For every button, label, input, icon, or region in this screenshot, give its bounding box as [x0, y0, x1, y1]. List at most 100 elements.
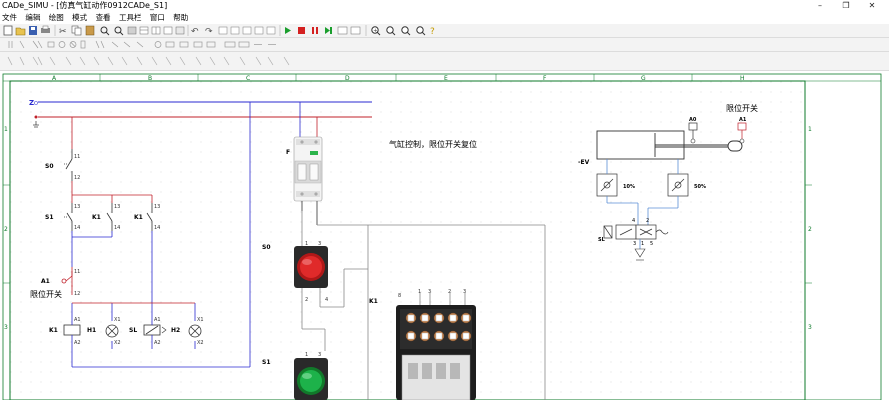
save-icon[interactable]	[29, 26, 37, 35]
menu-help[interactable]: 帮助	[171, 12, 192, 24]
palette-fuse-icon[interactable]	[80, 40, 86, 49]
symbol-p-icon[interactable]	[223, 56, 230, 66]
flow-control-valve-50[interactable]	[667, 173, 689, 197]
zoom-in-icon[interactable]: +	[371, 26, 381, 36]
zoom-out-icon[interactable]	[386, 26, 396, 36]
copy-icon[interactable]	[71, 25, 82, 36]
close-button[interactable]: ✕	[859, 0, 885, 12]
sl-solenoid-coil[interactable]	[143, 324, 161, 336]
help-icon[interactable]: ?	[430, 27, 435, 37]
s0-red-push-button[interactable]	[294, 246, 328, 288]
menu-draw[interactable]: 绘图	[47, 12, 68, 24]
table-icon[interactable]	[139, 26, 149, 35]
run-simulation-icon[interactable]	[285, 27, 291, 34]
zoom-icon[interactable]	[100, 26, 110, 36]
menu-toolbar[interactable]: 工具栏	[117, 12, 146, 24]
flow-50-label: 50%	[694, 184, 706, 190]
zoom-fit-icon[interactable]	[401, 26, 411, 36]
palette-diode-icon[interactable]	[165, 41, 175, 48]
symbol-e-icon[interactable]	[65, 56, 72, 66]
layers-icon[interactable]	[127, 26, 137, 35]
symbol-c-icon[interactable]	[32, 56, 43, 66]
symbol-i-icon[interactable]	[121, 56, 128, 66]
palette-cable-icon[interactable]	[206, 41, 216, 48]
insert-symbol-icon[interactable]	[337, 26, 348, 35]
menu-view[interactable]: 查看	[94, 12, 115, 24]
zoom-window-icon[interactable]	[416, 26, 426, 36]
palette-contact-icon[interactable]	[8, 41, 13, 48]
wire-icon[interactable]	[254, 26, 264, 35]
palette-terminal-icon[interactable]	[179, 41, 189, 48]
s1-t13: 13	[74, 204, 80, 210]
paste-icon[interactable]	[85, 25, 95, 36]
palette-sensor-icon[interactable]	[136, 41, 144, 48]
stop-simulation-icon[interactable]	[298, 27, 305, 34]
palette-nc-contact-icon[interactable]	[19, 40, 25, 49]
symbol-q-icon[interactable]	[239, 56, 246, 66]
mirror-icon[interactable]	[175, 26, 185, 35]
s1-green-push-button[interactable]	[294, 358, 328, 400]
symbol-g-icon[interactable]	[93, 56, 100, 66]
schematic-svg[interactable]: A B C D E F G H 1 2 3 1 2 3 Z O S0 11 12…	[0, 71, 889, 400]
menu-mode[interactable]: 模式	[70, 12, 91, 24]
minimize-button[interactable]: –	[807, 0, 833, 12]
palette-relay-icon[interactable]	[111, 41, 119, 48]
symbol-l-icon[interactable]	[165, 56, 172, 66]
find-icon[interactable]	[114, 26, 124, 36]
h1-lamp[interactable]	[105, 324, 119, 338]
symbol-s-icon[interactable]	[267, 56, 274, 66]
palette-cylinder-icon[interactable]	[238, 41, 250, 48]
drawing-canvas[interactable]: A B C D E F G H 1 2 3 1 2 3 Z O S0 11 12…	[0, 71, 889, 400]
symbol-k-icon[interactable]	[151, 56, 158, 66]
symbol-j-icon[interactable]	[136, 56, 143, 66]
k1-c2-t13: 13	[154, 204, 160, 210]
menu-file[interactable]: 文件	[0, 12, 21, 24]
symbol-h-icon[interactable]	[107, 56, 114, 66]
redo-icon[interactable]: ↷	[205, 27, 213, 37]
palette-connector-icon[interactable]	[193, 41, 203, 48]
palette-breaker-icon[interactable]	[95, 40, 105, 49]
cut-icon[interactable]: ✂	[59, 27, 67, 37]
pause-simulation-icon[interactable]	[312, 27, 318, 34]
palette-coil-icon[interactable]	[47, 41, 55, 48]
s0-button-t3: 3	[318, 241, 321, 247]
breaker-f[interactable]	[293, 136, 323, 202]
undo-icon[interactable]: ↶	[191, 27, 199, 37]
symbol-r-icon[interactable]	[255, 56, 262, 66]
maximize-button[interactable]: ❐	[833, 0, 859, 12]
palette-pressure-icon[interactable]	[154, 41, 162, 48]
palette-switch-icon[interactable]	[32, 40, 43, 49]
symbol-d-icon[interactable]	[49, 56, 56, 66]
symbol-a-icon[interactable]	[7, 56, 13, 66]
symbol-b-icon[interactable]	[19, 56, 25, 66]
symbol-m-icon[interactable]	[179, 56, 186, 66]
menu-bar: 文件 编辑 绘图 模式 查看 工具栏 窗口 帮助	[0, 12, 889, 24]
menu-edit[interactable]: 编辑	[23, 12, 44, 24]
palette-valve-icon[interactable]	[224, 41, 236, 48]
h2-lamp[interactable]	[188, 324, 202, 338]
symbol-n-icon[interactable]	[195, 56, 202, 66]
k1-c2-t14: 14	[154, 225, 160, 231]
open-folder-icon[interactable]	[15, 27, 26, 36]
label-icon[interactable]	[266, 26, 276, 35]
a1-t12: 12	[74, 291, 80, 297]
flip-icon[interactable]	[230, 26, 240, 35]
align-icon[interactable]	[163, 26, 173, 35]
new-file-icon[interactable]	[3, 25, 13, 36]
component-icon[interactable]	[242, 26, 252, 35]
insert-text-icon[interactable]	[350, 26, 361, 35]
symbol-o-icon[interactable]	[209, 56, 216, 66]
palette-motor-icon[interactable]	[58, 41, 66, 48]
palette-timer-icon[interactable]	[123, 41, 131, 48]
step-simulation-icon[interactable]	[325, 27, 332, 34]
print-icon[interactable]	[41, 25, 50, 33]
symbol-f-icon[interactable]	[79, 56, 86, 66]
rotate-icon[interactable]	[218, 26, 228, 35]
grid-icon[interactable]	[151, 26, 161, 35]
k1-coil[interactable]	[63, 324, 81, 336]
palette-lamp-icon[interactable]	[69, 41, 77, 48]
flow-control-valve-10[interactable]	[596, 173, 618, 197]
k1-relay-socket[interactable]	[396, 305, 476, 400]
symbol-t-icon[interactable]	[283, 56, 290, 66]
menu-window[interactable]: 窗口	[148, 12, 169, 24]
